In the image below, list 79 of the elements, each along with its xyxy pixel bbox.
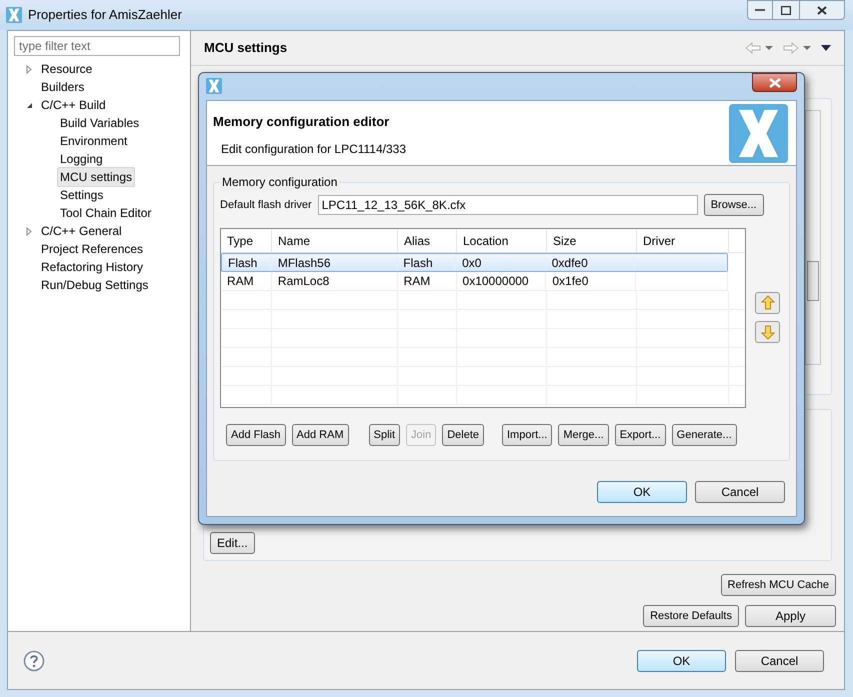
column-header[interactable]: Alias xyxy=(398,229,457,252)
column-header[interactable]: Driver xyxy=(637,229,729,252)
action-button[interactable]: Add RAM xyxy=(292,424,349,446)
table-cell-text: RAM xyxy=(404,273,430,290)
view-menu-icon[interactable] xyxy=(821,45,831,51)
move-down-button[interactable] xyxy=(755,321,780,343)
table-cell-text: Flash xyxy=(228,254,258,272)
tree-item[interactable]: MCU settings xyxy=(57,167,136,187)
tree-item[interactable]: Environment xyxy=(57,131,130,151)
tree-item[interactable]: Tool Chain Editor xyxy=(57,203,154,223)
dialog-heading: Memory configuration editor xyxy=(213,113,390,131)
table-cell-text: 0x10000000 xyxy=(462,273,529,290)
flash-driver-field[interactable]: LPC11_12_13_56K_8K.cfx xyxy=(318,195,698,215)
column-header[interactable]: Size xyxy=(547,229,637,252)
dialog-logo-icon xyxy=(206,78,222,94)
dropdown-caret-icon[interactable] xyxy=(803,46,811,50)
close-icon xyxy=(768,78,780,88)
action-button[interactable]: Merge... xyxy=(558,424,609,446)
table-row[interactable]: Flash MFlash56 Flash 0x0 0xdfe0 xyxy=(221,253,728,272)
tree-item[interactable]: C/C++ Build xyxy=(38,95,109,115)
tree-item[interactable]: C/C++ General xyxy=(38,221,125,241)
action-button[interactable]: Split xyxy=(368,424,400,446)
down-arrow-icon xyxy=(760,324,774,340)
dialog-subtitle: Edit configuration for LPC1114/333 xyxy=(221,140,406,158)
action-button[interactable]: Import... xyxy=(502,424,552,446)
dropdown-caret-icon[interactable] xyxy=(765,46,773,50)
product-logo xyxy=(729,104,788,163)
collapsed-arrow-icon[interactable] xyxy=(26,64,32,74)
action-button[interactable]: Generate... xyxy=(672,424,737,446)
scrollbar[interactable] xyxy=(805,110,821,365)
maximize-button[interactable] xyxy=(773,0,800,20)
move-up-button[interactable] xyxy=(755,292,780,314)
ok-button[interactable]: OK xyxy=(637,650,726,672)
tree-item[interactable]: Settings xyxy=(57,185,106,205)
column-header[interactable]: Location xyxy=(457,229,547,252)
dialog-close-button[interactable] xyxy=(752,73,797,92)
close-button[interactable] xyxy=(800,0,845,20)
collapsed-arrow-icon[interactable] xyxy=(26,226,32,236)
edit-button[interactable]: Edit... xyxy=(210,532,255,554)
table-cell-text: RAM xyxy=(227,273,254,290)
group-label: Memory configuration xyxy=(220,174,340,190)
window-title: Properties for AmisZaehler xyxy=(28,6,182,24)
flash-driver-label: Default flash driver xyxy=(220,198,312,213)
expanded-arrow-icon[interactable] xyxy=(26,102,32,108)
tree-item[interactable]: Logging xyxy=(57,149,106,169)
minimize-button[interactable] xyxy=(747,0,773,20)
action-button[interactable]: Add Flash xyxy=(226,424,286,446)
filter-field[interactable]: type filter text xyxy=(14,36,180,56)
tree-item[interactable]: Run/Debug Settings xyxy=(38,275,152,295)
tree-item[interactable]: Build Variables xyxy=(57,113,142,133)
page-title: MCU settings xyxy=(204,39,288,58)
browse-button[interactable]: Browse... xyxy=(704,194,764,216)
dialog-cancel-button[interactable]: Cancel xyxy=(695,481,785,503)
maximize-icon xyxy=(781,6,791,14)
refresh-cache-button[interactable]: Refresh MCU Cache xyxy=(720,574,836,596)
table-cell-text: 0xdfe0 xyxy=(552,254,588,272)
apply-button[interactable]: Apply xyxy=(745,605,836,627)
tree-item[interactable]: Builders xyxy=(38,77,88,97)
cancel-button[interactable]: Cancel xyxy=(735,650,824,672)
table-cell-text: 0x0 xyxy=(462,254,482,272)
tree-item[interactable]: Resource xyxy=(38,59,96,79)
app-logo-icon xyxy=(6,7,22,23)
restore-defaults-button[interactable]: Restore Defaults xyxy=(643,605,739,627)
table-cell-text: MFlash56 xyxy=(278,254,331,272)
column-header[interactable]: Type xyxy=(221,229,272,252)
table-cell-text: Flash xyxy=(403,254,433,272)
action-button[interactable]: Delete xyxy=(442,424,484,446)
minimize-icon xyxy=(755,8,765,12)
help-icon[interactable] xyxy=(23,650,45,672)
tree-item[interactable]: Refactoring History xyxy=(38,257,146,277)
up-arrow-icon xyxy=(760,295,774,311)
close-icon xyxy=(817,6,827,14)
dialog-ok-button[interactable]: OK xyxy=(597,481,687,503)
table-cell-text: RamLoc8 xyxy=(278,273,330,290)
table-cell-text: 0x1fe0 xyxy=(552,273,588,290)
tree-item[interactable]: Project References xyxy=(38,239,146,259)
column-header[interactable]: Name xyxy=(272,229,398,252)
table-row[interactable]: RAM RamLoc8 RAM 0x10000000 0x1fe0 xyxy=(221,272,728,291)
action-button[interactable]: Export... xyxy=(614,424,666,446)
